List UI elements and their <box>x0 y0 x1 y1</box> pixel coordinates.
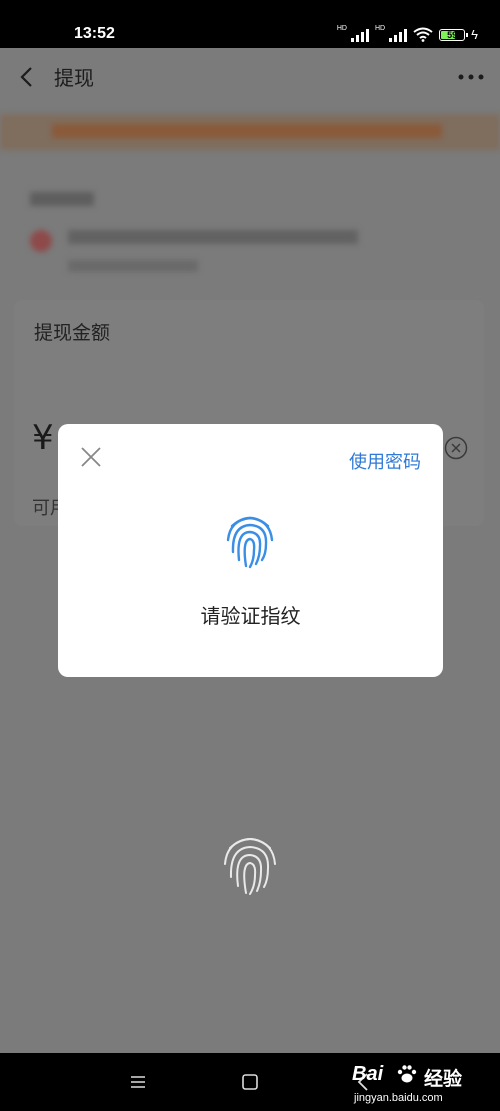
watermark-cn: 经验 <box>424 1068 463 1090</box>
fingerprint-dialog: 使用密码 请验证指纹 <box>58 424 443 677</box>
fingerprint-icon <box>226 516 274 569</box>
signal-icon <box>389 28 408 42</box>
battery-level: 59 <box>447 29 458 40</box>
status-icons: HD HD 59 ϟ <box>336 25 478 42</box>
home-icon[interactable] <box>241 1073 259 1091</box>
watermark-brand: Bai <box>352 1063 384 1085</box>
verify-fingerprint-text: 请验证指纹 <box>200 604 301 628</box>
close-icon[interactable] <box>80 446 102 468</box>
battery-icon: 59 <box>439 28 469 41</box>
hd-label: HD <box>336 25 347 32</box>
use-password-button[interactable]: 使用密码 <box>349 448 421 474</box>
fingerprint-sensor-icon[interactable] <box>216 830 284 898</box>
menu-icon[interactable] <box>128 1070 148 1094</box>
wifi-icon <box>413 27 433 42</box>
charging-icon: ϟ <box>471 27 478 42</box>
watermark: Bai 经验 jingyan.baidu.com <box>352 1061 478 1107</box>
hd-label: HD <box>374 25 386 32</box>
signal-icon <box>350 28 369 42</box>
status-bar: 13:52 HD HD 59 ϟ <box>0 0 500 48</box>
status-time: 13:52 <box>74 25 115 42</box>
watermark-url: jingyan.baidu.com <box>354 1092 443 1104</box>
system-nav-bar: Bai 经验 jingyan.baidu.com <box>0 1053 500 1111</box>
paw-icon <box>397 1065 417 1083</box>
